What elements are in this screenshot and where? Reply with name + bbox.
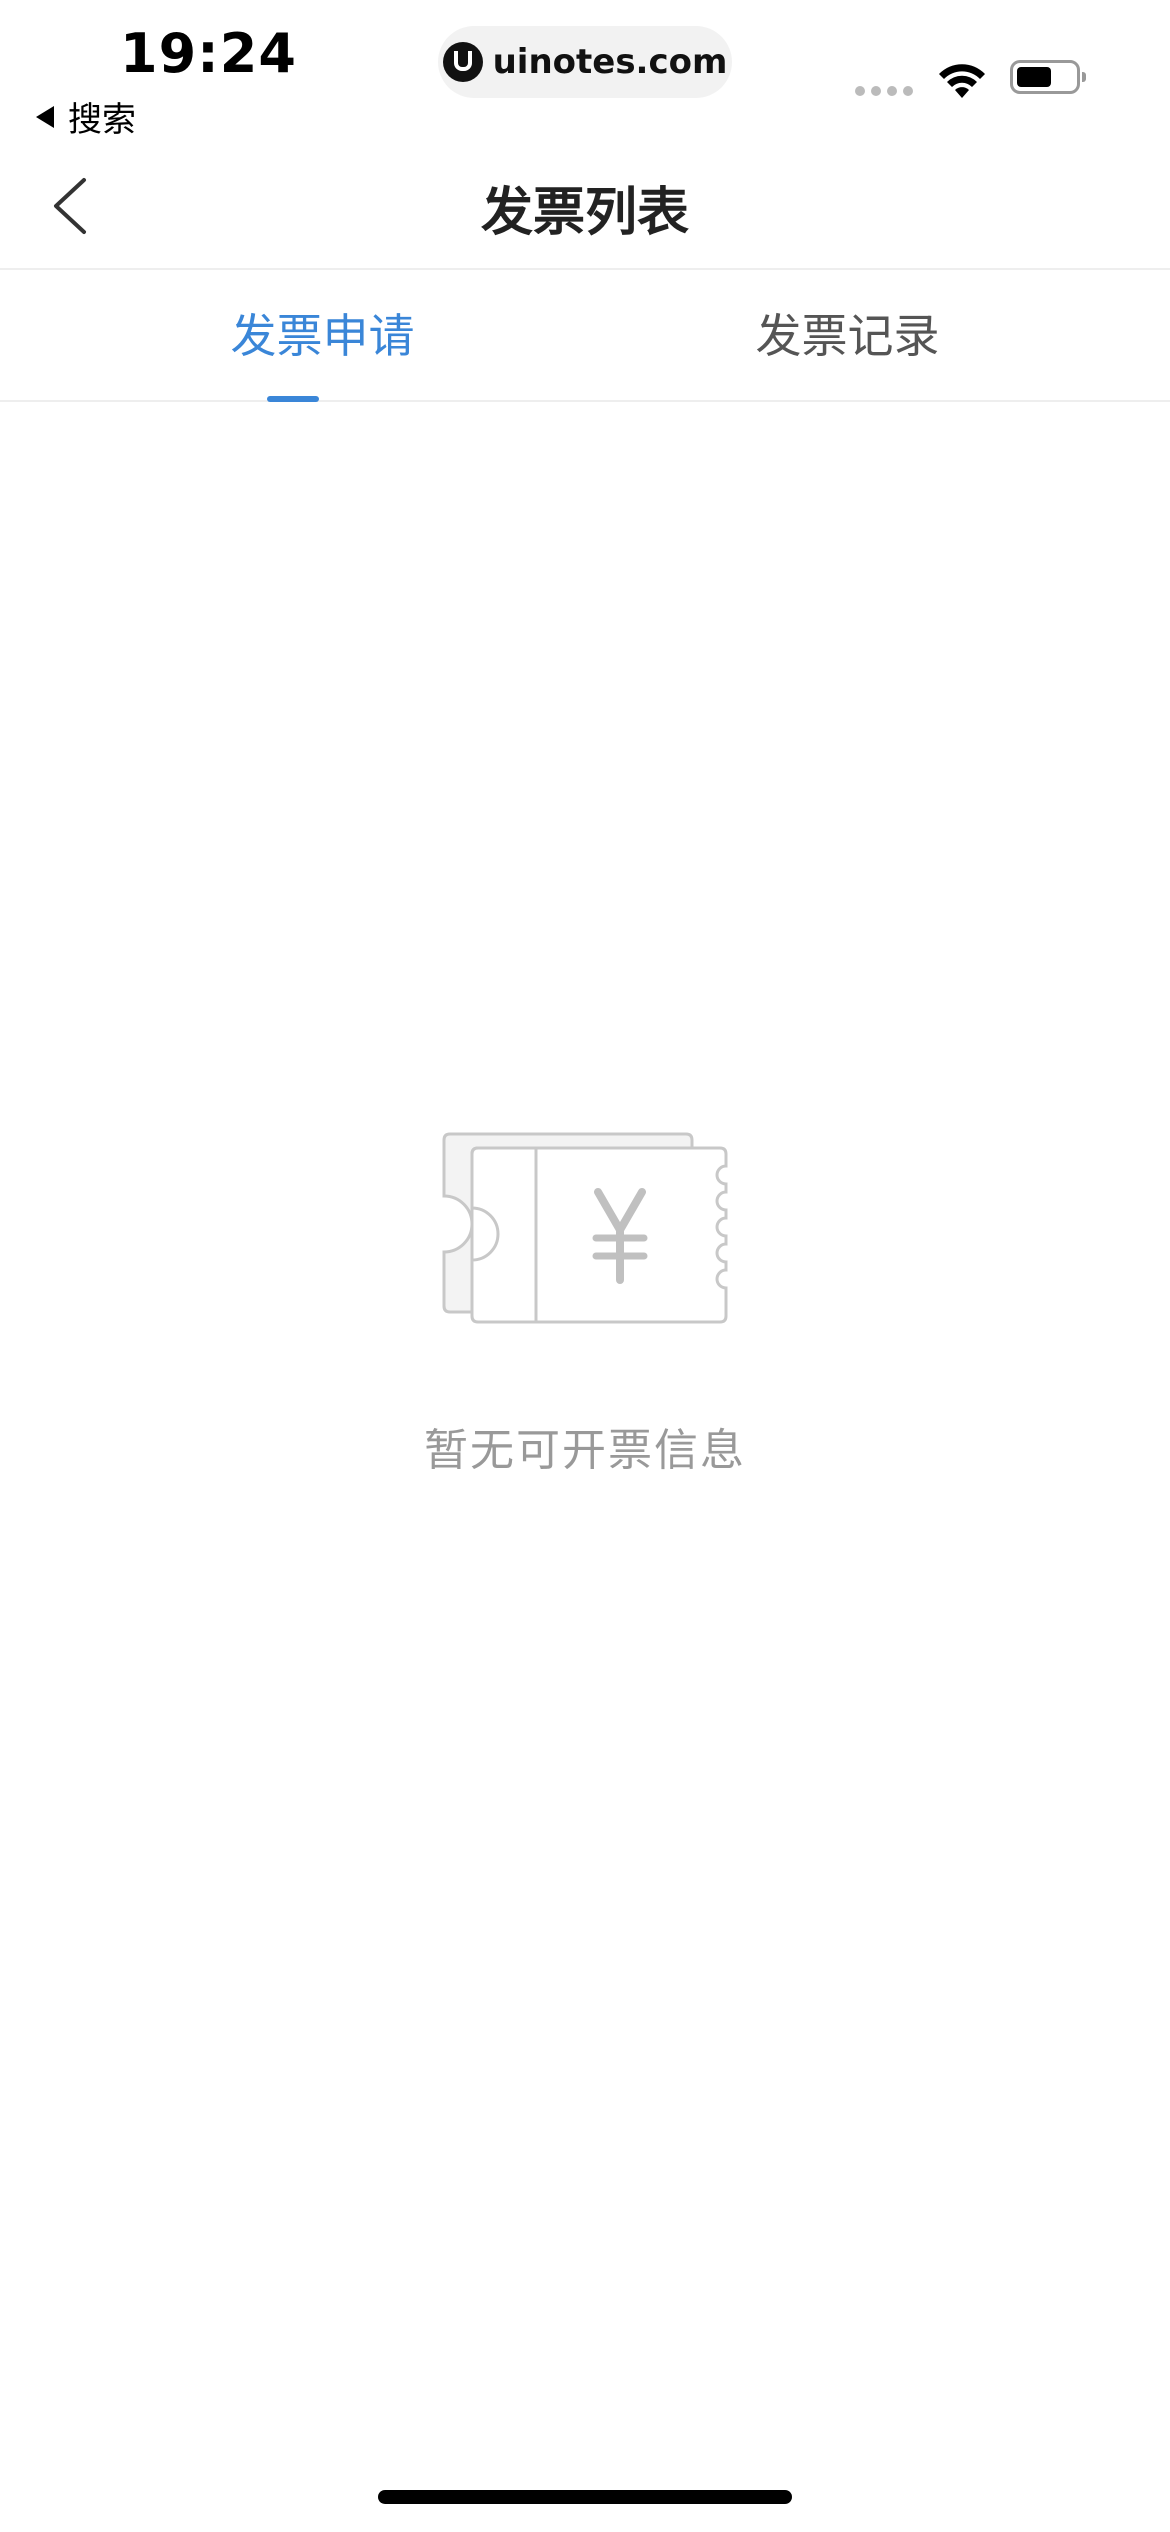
cellular-signal-icon [855,86,913,96]
tab-invoice-application[interactable]: 发票申请 [0,270,585,402]
home-indicator[interactable] [378,2490,792,2504]
empty-message: 暂无可开票信息 [424,1425,746,1476]
invoice-list-page: 19:24 搜索 uinotes.com 发票列表 发票申请 发票记录 暂无可开… [0,0,1170,2532]
url-pill[interactable]: uinotes.com [438,26,732,98]
back-triangle-icon [36,105,54,128]
page-title: 发票列表 [480,183,689,243]
return-to-search-button[interactable]: 搜索 [36,92,136,141]
invoice-ticket-icon [442,1132,728,1324]
empty-state: 暂无可开票信息 [0,1130,1170,1478]
url-text: uinotes.com [492,42,728,82]
nav-bar: 发票列表 [0,140,1170,270]
battery-icon [1010,60,1086,94]
status-time: 19:24 [120,22,297,85]
site-logo-icon [442,42,483,82]
status-bar: 19:24 搜索 uinotes.com [0,0,1170,140]
wifi-icon [939,64,985,98]
return-to-search-label: 搜索 [68,100,136,140]
tab-bar: 发票申请 发票记录 [0,270,1170,402]
tab-invoice-records[interactable]: 发票记录 [585,270,1170,400]
